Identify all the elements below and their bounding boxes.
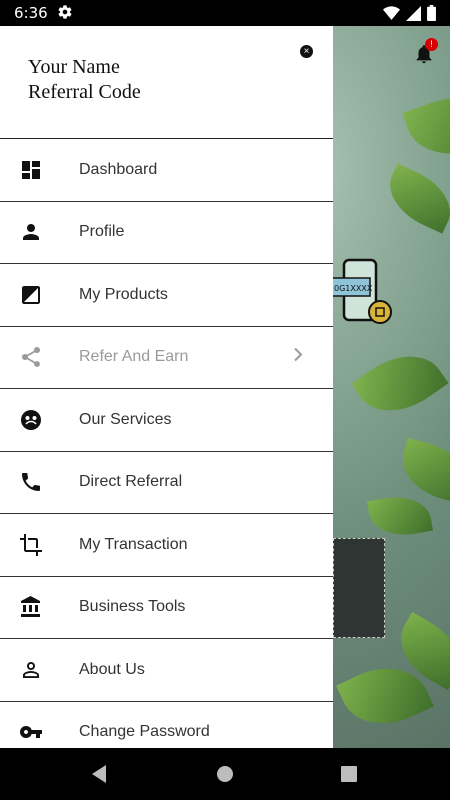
status-time: 6:36 [14, 4, 48, 22]
code-sample-text: 0G1XXXX [334, 284, 373, 293]
services-icon [19, 408, 43, 432]
menu-item-our-services[interactable]: Our Services [0, 389, 333, 452]
menu-label: Dashboard [79, 160, 158, 178]
leaf-decoration [366, 491, 434, 541]
person-icon [19, 220, 43, 244]
menu-item-my-products[interactable]: My Products [0, 264, 333, 327]
navigation-drawer: Your Name Referral Code × Dashboard Prof… [0, 26, 333, 748]
home-icon[interactable] [216, 765, 234, 788]
leaf-decoration [378, 163, 450, 234]
phone-icon [19, 470, 43, 494]
menu-label: About Us [79, 660, 145, 678]
menu-item-profile[interactable]: Profile [0, 202, 333, 264]
menu-item-dashboard[interactable]: Dashboard [0, 139, 333, 202]
menu-label: Direct Referral [79, 473, 183, 491]
dashboard-icon [19, 158, 43, 182]
menu-label: Our Services [79, 410, 172, 428]
referral-illustration: 0G1XXXX [331, 258, 394, 335]
recents-icon[interactable] [341, 766, 357, 787]
menu-label: Profile [79, 223, 125, 241]
referral-code: Referral Code [28, 81, 141, 103]
status-bar: 6:36 [0, 0, 450, 26]
signal-icon [406, 5, 421, 26]
close-icon[interactable]: × [300, 45, 313, 58]
chevron-right-icon [292, 347, 304, 368]
back-icon[interactable] [90, 764, 108, 789]
menu-label: Change Password [79, 723, 210, 741]
menu-label: Refer And Earn [79, 348, 189, 366]
menu-label: My Products [79, 285, 168, 303]
key-icon [19, 720, 43, 744]
notification-badge: ! [425, 38, 438, 51]
system-nav-bar [0, 748, 450, 800]
menu-item-business-tools[interactable]: Business Tools [0, 577, 333, 639]
bank-icon [19, 595, 43, 619]
leaf-decoration [402, 82, 450, 170]
drawer-header: Your Name Referral Code × [0, 26, 333, 139]
menu-item-my-transaction[interactable]: My Transaction [0, 514, 333, 577]
leaf-decoration [394, 437, 450, 505]
menu-item-refer-and-earn[interactable]: Refer And Earn [0, 327, 333, 389]
wifi-icon [383, 5, 400, 26]
image-icon [19, 283, 43, 307]
person-outline-icon [19, 658, 43, 682]
menu-item-direct-referral[interactable]: Direct Referral [0, 452, 333, 514]
status-icons [383, 5, 436, 26]
menu-label: My Transaction [79, 535, 188, 553]
leaf-decoration [351, 338, 449, 429]
user-name: Your Name [28, 56, 120, 78]
menu-item-change-password[interactable]: Change Password [0, 702, 333, 749]
crop-icon [19, 533, 43, 557]
gear-icon [57, 4, 73, 25]
share-icon [19, 345, 43, 369]
background-card [333, 538, 385, 638]
battery-icon [427, 5, 436, 26]
menu-item-about-us[interactable]: About Us [0, 639, 333, 702]
menu-label: Business Tools [79, 598, 186, 616]
